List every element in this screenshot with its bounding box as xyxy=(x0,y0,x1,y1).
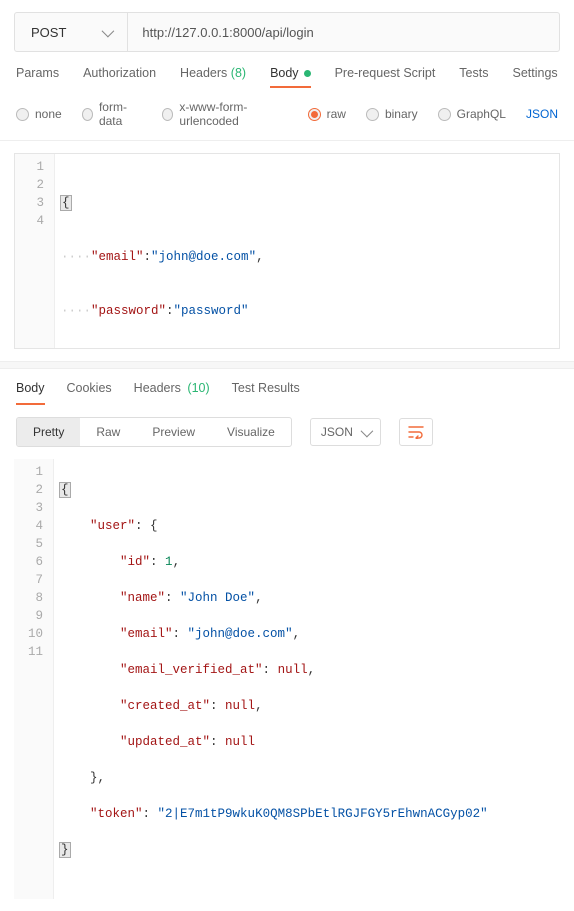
radio-circle-icon xyxy=(16,108,29,121)
body-type-row: none form-data x-www-form-urlencoded raw… xyxy=(0,96,574,141)
view-raw[interactable]: Raw xyxy=(80,418,136,446)
tab-tests[interactable]: Tests xyxy=(459,66,488,86)
wrap-icon xyxy=(408,425,424,439)
body-format-select[interactable]: JSON xyxy=(526,107,558,121)
response-tab-cookies[interactable]: Cookies xyxy=(67,381,112,401)
tab-authorization[interactable]: Authorization xyxy=(83,66,156,86)
tab-settings[interactable]: Settings xyxy=(512,66,557,86)
tab-params[interactable]: Params xyxy=(16,66,59,86)
response-tabs: Body Cookies Headers (10) Test Results xyxy=(0,369,574,409)
tab-headers[interactable]: Headers (8) xyxy=(180,66,246,86)
view-visualize[interactable]: Visualize xyxy=(211,418,291,446)
radio-none[interactable]: none xyxy=(16,107,62,121)
view-modes: Pretty Raw Preview Visualize xyxy=(16,417,292,447)
request-body-editor[interactable]: 1234 { ····"email":"john@doe.com", ····"… xyxy=(14,153,560,349)
wrap-lines-button[interactable] xyxy=(399,418,433,446)
response-code: { "user": { "id": 1, "name": "John Doe",… xyxy=(54,459,494,899)
radio-circle-icon xyxy=(82,108,93,121)
view-preview[interactable]: Preview xyxy=(136,418,211,446)
radio-graphql[interactable]: GraphQL xyxy=(438,107,506,121)
response-format-label: JSON xyxy=(321,425,353,439)
response-body-editor[interactable]: 1234567891011 { "user": { "id": 1, "name… xyxy=(14,459,560,899)
radio-graphql-label: GraphQL xyxy=(457,107,506,121)
url-input[interactable] xyxy=(128,13,559,51)
tab-body-label: Body xyxy=(270,66,299,80)
view-bar: Pretty Raw Preview Visualize JSON xyxy=(0,409,574,453)
radio-formdata[interactable]: form-data xyxy=(82,100,142,128)
radio-circle-icon xyxy=(308,108,321,121)
response-tab-headers-label: Headers xyxy=(134,381,181,395)
response-gutter: 1234567891011 xyxy=(14,459,54,899)
request-tabs: Params Authorization Headers (8) Body Pr… xyxy=(0,52,574,96)
http-method-label: POST xyxy=(31,25,66,40)
tab-body[interactable]: Body xyxy=(270,66,311,86)
radio-circle-icon xyxy=(162,108,173,121)
response-tab-tests[interactable]: Test Results xyxy=(232,381,300,401)
radio-raw-label: raw xyxy=(327,107,346,121)
radio-circle-icon xyxy=(366,108,379,121)
radio-none-label: none xyxy=(35,107,62,121)
response-tab-body[interactable]: Body xyxy=(16,381,45,401)
chevron-down-icon xyxy=(102,24,115,37)
radio-formdata-label: form-data xyxy=(99,100,142,128)
response-tab-headers[interactable]: Headers (10) xyxy=(134,381,210,401)
radio-raw[interactable]: raw xyxy=(308,107,346,121)
http-method-select[interactable]: POST xyxy=(15,13,128,51)
tab-headers-count: (8) xyxy=(231,66,246,80)
chevron-down-icon xyxy=(360,424,373,437)
request-code: { ····"email":"john@doe.com", ····"passw… xyxy=(55,154,270,349)
body-modified-indicator xyxy=(304,70,311,77)
request-gutter: 1234 xyxy=(15,154,55,349)
radio-binary-label: binary xyxy=(385,107,418,121)
tab-prerequest[interactable]: Pre-request Script xyxy=(335,66,436,86)
radio-xform[interactable]: x-www-form-urlencoded xyxy=(162,100,288,128)
tab-headers-label: Headers xyxy=(180,66,227,80)
radio-xform-label: x-www-form-urlencoded xyxy=(179,100,287,128)
response-format-select[interactable]: JSON xyxy=(310,418,381,446)
pane-divider[interactable] xyxy=(0,361,574,369)
response-tab-headers-count: (10) xyxy=(187,381,209,395)
request-bar: POST xyxy=(14,12,560,52)
radio-circle-icon xyxy=(438,108,451,121)
view-pretty[interactable]: Pretty xyxy=(17,418,80,446)
radio-binary[interactable]: binary xyxy=(366,107,418,121)
